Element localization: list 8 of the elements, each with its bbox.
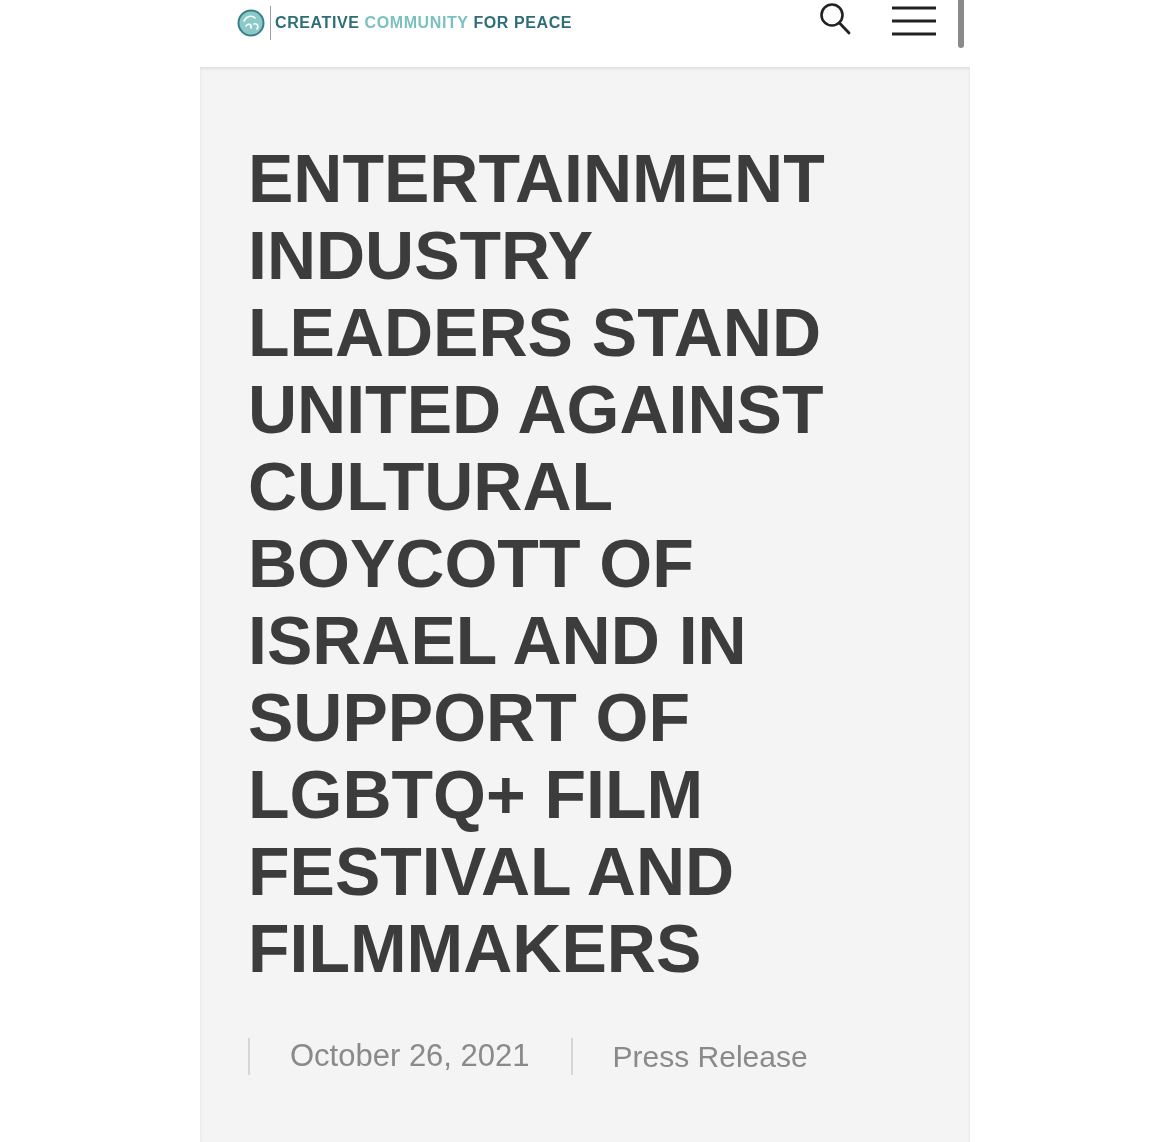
logo-icon bbox=[237, 9, 265, 37]
article-title: ENTERTAINMENT INDUSTRY LEADERS STAND UNITED AGAINST CULTURAL BOYCOTT OF ISRAEL AND IN SUPPORT OF LGBTQ+ FILM FESTIVAL AND FILMMAKERS bbox=[248, 140, 826, 987]
category-link[interactable]: Press Release bbox=[612, 1033, 808, 1079]
menu-icon[interactable] bbox=[892, 6, 937, 36]
logo-text[interactable]: CREATIVE COMMUNITY FOR PEACE bbox=[275, 11, 573, 35]
scrollbar[interactable] bbox=[958, 0, 965, 48]
date-text: October 26, 2021 bbox=[290, 1037, 530, 1075]
search-icon[interactable] bbox=[818, 2, 853, 36]
